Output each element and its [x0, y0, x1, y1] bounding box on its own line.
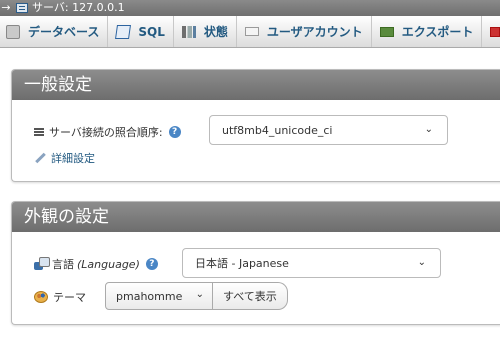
- tab-label: データベース: [28, 25, 100, 39]
- list-icon: [34, 128, 44, 136]
- sql-icon: [115, 24, 132, 39]
- arrow-icon: →: [1, 1, 11, 14]
- theme-label: テーマ: [53, 291, 86, 304]
- more-settings-row: 詳細設定: [34, 150, 95, 166]
- appearance-settings-panel: 外観の設定 言語 (Language) ? 日本語 - Japanese ⌄ テ…: [11, 201, 500, 325]
- language-select[interactable]: 日本語 - Japanese ⌄: [182, 248, 441, 278]
- language-label: 言語: [52, 258, 74, 271]
- tab-user-accounts[interactable]: ユーザアカウント: [237, 16, 372, 47]
- chevron-down-icon: ⌄: [417, 257, 426, 268]
- language-label-italic: (Language): [77, 257, 140, 271]
- tab-label: ユーザアカウント: [266, 25, 363, 39]
- collation-select[interactable]: utf8mb4_unicode_ci ⌄: [209, 115, 448, 145]
- import-icon: [490, 26, 500, 37]
- users-icon: [244, 27, 259, 36]
- language-icon: [34, 257, 50, 271]
- theme-controls: pmahomme ⌄ すべて表示: [105, 282, 288, 310]
- chevron-down-icon: ⌄: [424, 124, 433, 135]
- theme-select[interactable]: pmahomme ⌄: [105, 282, 213, 310]
- collation-row: サーバ接続の照合順序: ?: [34, 124, 181, 140]
- language-value: 日本語 - Japanese: [195, 257, 289, 270]
- wrench-icon: [34, 152, 46, 164]
- collation-label: サーバ接続の照合順序:: [49, 126, 163, 139]
- server-icon: [16, 3, 28, 13]
- appearance-settings-title: 外観の設定: [12, 202, 500, 232]
- status-icon: [181, 25, 196, 38]
- view-all-themes-button[interactable]: すべて表示: [213, 282, 288, 310]
- general-settings-panel: 一般設定 サーバ接続の照合順序: ? utf8mb4_unicode_ci ⌄ …: [11, 69, 500, 182]
- server-breadcrumb[interactable]: サーバ: 127.0.0.1: [32, 0, 125, 16]
- more-settings-link[interactable]: 詳細設定: [51, 150, 95, 166]
- database-icon: [6, 24, 20, 39]
- help-icon[interactable]: ?: [145, 258, 158, 270]
- language-row: 言語 (Language) ?: [34, 256, 158, 272]
- export-icon: [379, 26, 394, 37]
- tab-databases[interactable]: データベース: [0, 16, 109, 47]
- chevron-down-icon: ⌄: [195, 289, 204, 300]
- tab-more[interactable]: [482, 16, 500, 47]
- help-icon[interactable]: ?: [168, 126, 181, 138]
- breadcrumb-bar: → サーバ: 127.0.0.1: [0, 0, 500, 16]
- general-settings-title: 一般設定: [12, 70, 500, 100]
- collation-value: utf8mb4_unicode_ci: [222, 123, 333, 137]
- tab-label: SQL: [138, 24, 165, 39]
- tab-label: エクスポート: [401, 25, 474, 39]
- tab-export[interactable]: エクスポート: [372, 16, 483, 47]
- theme-row: テーマ: [34, 289, 86, 305]
- tab-sql[interactable]: SQL: [108, 16, 174, 47]
- theme-value: pmahomme: [116, 289, 183, 303]
- main-tab-bar: データベース SQL 状態 ユーザアカウント エクスポート: [0, 16, 500, 48]
- tab-label: 状態: [203, 25, 228, 39]
- palette-icon: [34, 291, 48, 303]
- tab-status[interactable]: 状態: [174, 16, 237, 47]
